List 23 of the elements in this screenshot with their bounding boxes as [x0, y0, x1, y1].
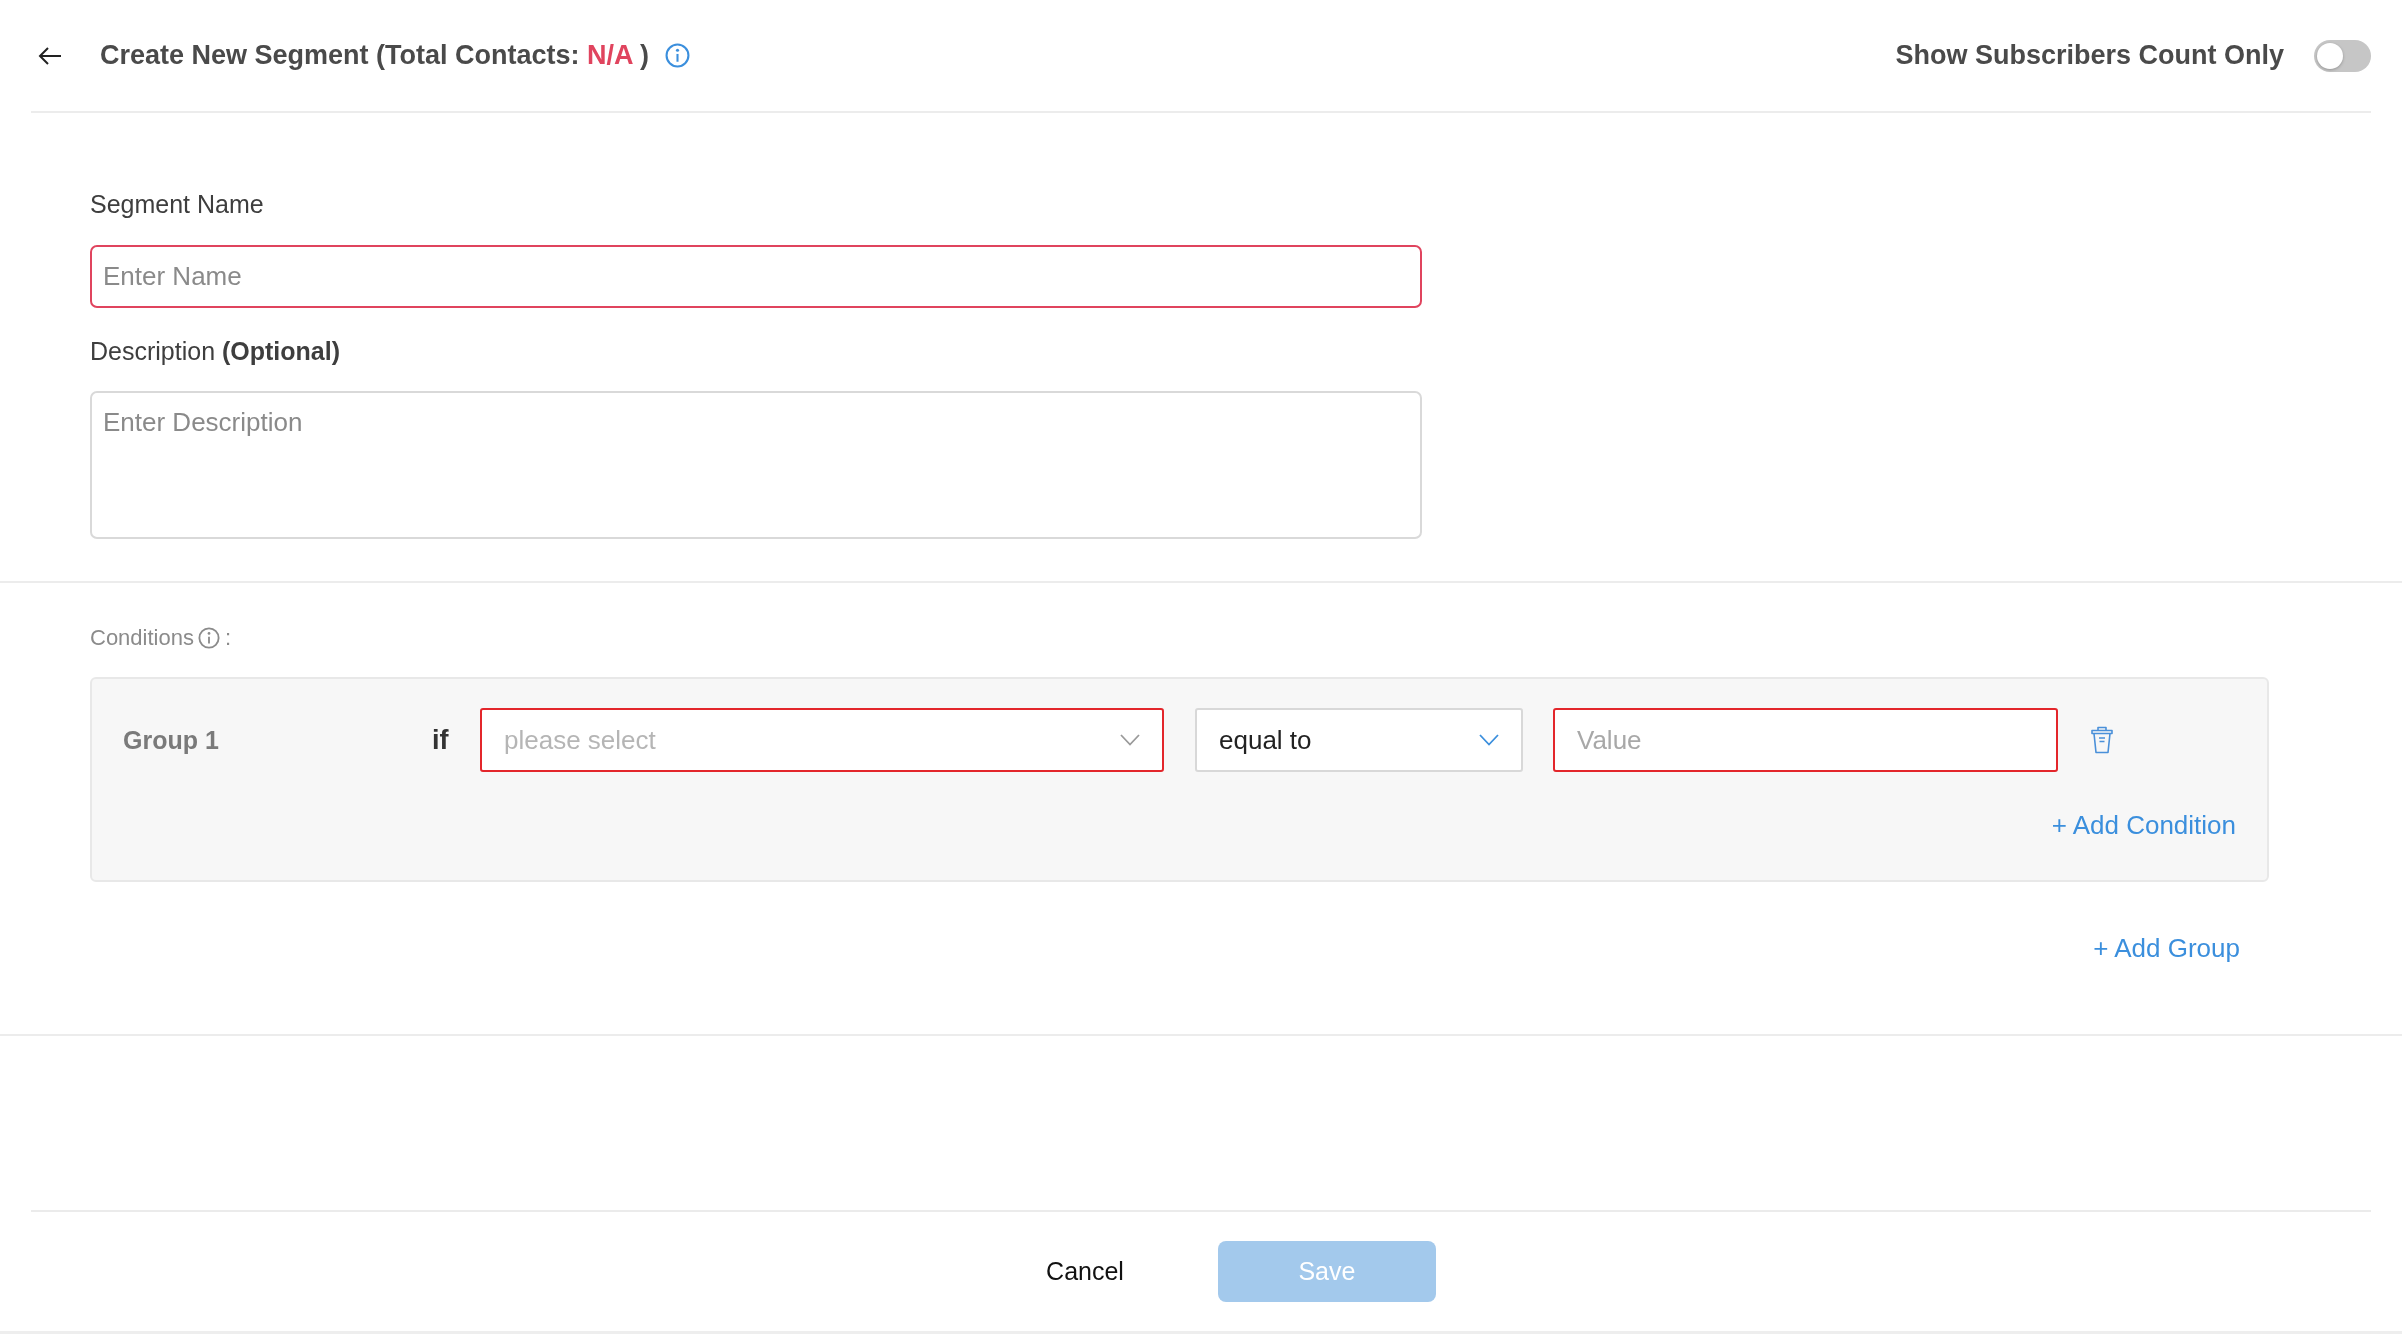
page-title: Create New Segment (Total Contacts: N/A ): [100, 40, 650, 71]
conditions-colon: :: [224, 625, 232, 651]
info-icon[interactable]: [665, 43, 691, 68]
field-dropdown[interactable]: please select: [480, 708, 1164, 772]
connector-label: if: [432, 724, 449, 755]
toggle-label: Show Subscribers Count Only: [1895, 40, 2284, 71]
trash-icon[interactable]: [2091, 726, 2113, 754]
caret-icon: [1120, 734, 1140, 746]
add-group-link[interactable]: + Add Group: [2093, 932, 2240, 964]
caret-icon: [1479, 734, 1499, 746]
field-label: Segment Name: [90, 189, 264, 220]
add-condition-link[interactable]: + Add Condition: [2051, 809, 2236, 841]
info-icon[interactable]: [197, 627, 220, 649]
field-label: Description (Optional): [90, 336, 341, 367]
conditions-label: Conditions: [90, 625, 194, 651]
cancel-button[interactable]: Cancel: [1046, 1257, 1124, 1286]
back-arrow-icon[interactable]: [38, 45, 62, 66]
group-name: Group 1: [123, 725, 219, 754]
operator-dropdown[interactable]: equal to: [1195, 708, 1523, 772]
name-input[interactable]: Enter Name: [90, 245, 1422, 308]
value-input[interactable]: Value: [1553, 708, 2058, 772]
toggle-switch[interactable]: [2314, 39, 2371, 72]
description-input[interactable]: Enter Description: [90, 391, 1422, 539]
